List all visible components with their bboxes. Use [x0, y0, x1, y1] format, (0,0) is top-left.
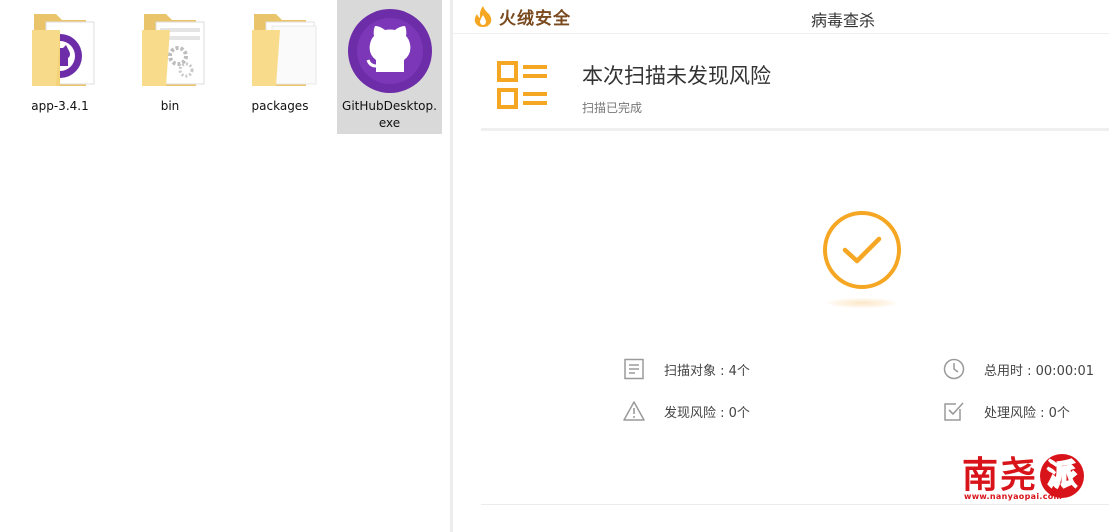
- brand-logo: 火绒安全: [473, 5, 571, 29]
- folder-item-bin[interactable]: bin: [118, 0, 222, 134]
- file-name-line2: exe: [378, 116, 401, 130]
- github-app-icon: [347, 9, 432, 93]
- stat-scanned-objects-text: 扫描对象 : 4个: [664, 363, 750, 379]
- warning-icon: [623, 401, 645, 421]
- stat-risks-found-text: 发现风险 : 0个: [664, 405, 750, 421]
- file-name: app-3.4.1: [31, 99, 89, 113]
- file-name-line1: GitHubDesktop.: [342, 99, 437, 113]
- folder-item-app[interactable]: app-3.4.1: [8, 0, 112, 134]
- success-indicator: [819, 206, 905, 314]
- watermark-char-2: 尧: [1000, 455, 1037, 496]
- document-icon: [624, 358, 644, 380]
- window-title: 病毒查杀: [810, 11, 875, 30]
- folder-item-packages[interactable]: packages: [228, 0, 332, 134]
- stat-risks-found: 发现风险 : 0个: [623, 398, 750, 424]
- result-subtitle: 扫描已完成: [582, 101, 643, 115]
- github-folder-icon: [32, 14, 95, 86]
- folder-icon: [252, 14, 317, 86]
- watermark-logo: 南 尧 派 www.nanyaopai.com: [958, 452, 1104, 506]
- stat-risks-handled-text: 处理风险 : 0个: [984, 405, 1070, 421]
- stat-scanned-objects: 扫描对象 : 4个: [623, 356, 750, 382]
- file-name: bin: [160, 99, 180, 113]
- result-title: 本次扫描未发现风险: [582, 64, 771, 88]
- checkbox-icon: [944, 402, 964, 421]
- file-explorer: app-3.4.1 bin packages GitHubDesktop. ex…: [0, 0, 450, 532]
- checkmark-shadow: [827, 298, 897, 308]
- stat-risks-handled: 处理风险 : 0个: [943, 398, 1070, 424]
- watermark-char-1: 南: [962, 455, 999, 496]
- watermark-url: www.nanyaopai.com: [964, 492, 1063, 501]
- scan-result-header: 本次扫描未发现风险 扫描已完成: [481, 48, 1081, 128]
- clock-icon: [943, 358, 965, 380]
- checklist-icon: [497, 61, 547, 109]
- file-item-githubdesktop-exe[interactable]: GitHubDesktop. exe: [337, 0, 442, 134]
- title-bar: 火绒安全 病毒查杀: [453, 0, 1109, 34]
- header-divider: [481, 128, 1109, 131]
- gear-folder-icon: [142, 14, 205, 86]
- stat-elapsed-time-text: 总用时 : 00:00:01: [984, 363, 1095, 379]
- flame-icon: [474, 6, 492, 27]
- stat-elapsed-time: 总用时 : 00:00:01: [943, 356, 1094, 382]
- brand-name: 火绒安全: [499, 8, 571, 29]
- file-name: packages: [251, 99, 309, 113]
- checkmark-circle-icon: [823, 211, 901, 289]
